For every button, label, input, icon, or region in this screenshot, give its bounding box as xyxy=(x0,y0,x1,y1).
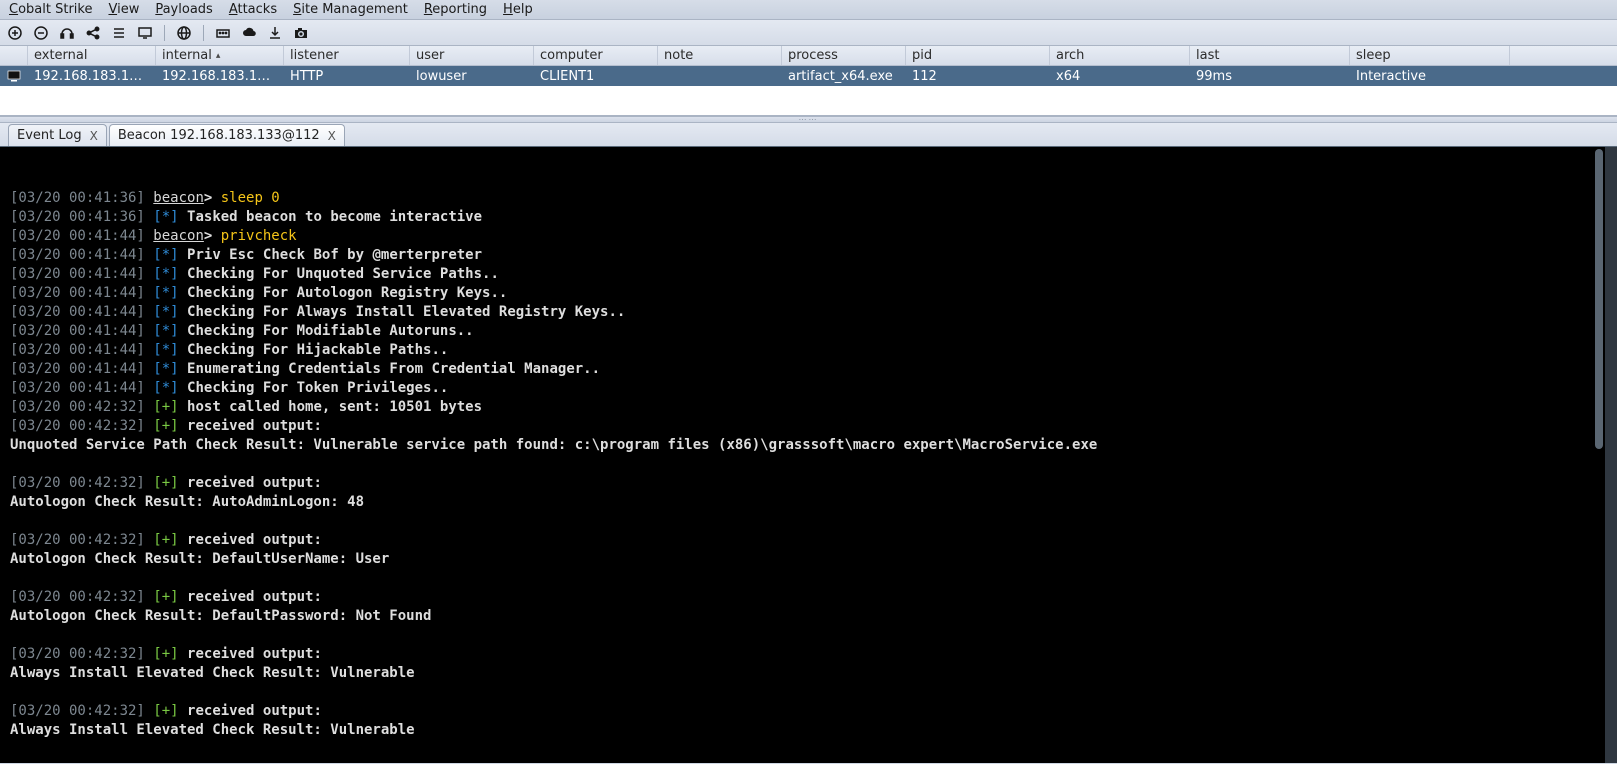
console-line: [03/20 00:41:44] [*] Checking For Token … xyxy=(10,379,1599,398)
column-header-internal[interactable]: internal xyxy=(156,46,284,65)
column-header-sleep[interactable]: sleep xyxy=(1350,46,1510,65)
console-line: [03/20 00:42:32] [+] received output: xyxy=(10,417,1599,436)
column-header-process[interactable]: process xyxy=(782,46,906,65)
console-line: [03/20 00:42:32] [+] received output: xyxy=(10,645,1599,664)
toolbar xyxy=(0,20,1617,46)
console-line: [03/20 00:41:44] beacon> privcheck xyxy=(10,227,1599,246)
headphones-icon[interactable] xyxy=(58,24,76,42)
console-line: Unquoted Service Path Check Result: Vuln… xyxy=(10,436,1599,455)
camera-icon[interactable] xyxy=(292,24,310,42)
menu-view[interactable]: View xyxy=(103,1,144,18)
console-line: [03/20 00:42:32] [+] received output: xyxy=(10,702,1599,721)
console-line: [03/20 00:42:32] [+] received output: xyxy=(10,588,1599,607)
tab-label: Beacon 192.168.183.133@112 xyxy=(118,128,320,143)
monitor-icon[interactable] xyxy=(136,24,154,42)
column-header-user[interactable]: user xyxy=(410,46,534,65)
beacon-console[interactable]: [03/20 00:41:36] beacon> sleep 0[03/20 0… xyxy=(0,147,1617,763)
close-icon[interactable]: X xyxy=(328,129,336,143)
console-line: [03/20 00:41:44] [*] Checking For Autolo… xyxy=(10,284,1599,303)
console-line: Always Install Elevated Check Result: Vu… xyxy=(10,721,1599,740)
console-line xyxy=(10,455,1599,474)
console-line: Always Install Elevated Check Result: Vu… xyxy=(10,664,1599,683)
menu-help[interactable]: Help xyxy=(498,1,538,18)
menu-reporting[interactable]: Reporting xyxy=(419,1,492,18)
column-header-note[interactable]: note xyxy=(658,46,782,65)
table-empty-area xyxy=(0,86,1617,116)
toolbar-separator xyxy=(203,25,204,41)
cell-arch: x64 xyxy=(1050,69,1190,84)
cell-last: 99ms xyxy=(1190,69,1350,84)
console-line: [03/20 00:41:44] [*] Checking For Unquot… xyxy=(10,265,1599,284)
menu-payloads[interactable]: Payloads xyxy=(150,1,217,18)
cell-external: 192.168.183.1… xyxy=(28,69,156,84)
console-line xyxy=(10,626,1599,645)
column-header-pid[interactable]: pid xyxy=(906,46,1050,65)
table-header-row: externalinternallistenerusercomputernote… xyxy=(0,46,1617,66)
toolbar-separator xyxy=(164,25,165,41)
console-line xyxy=(10,569,1599,588)
console-line: [03/20 00:41:36] [*] Tasked beacon to be… xyxy=(10,208,1599,227)
console-line: Autologon Check Result: DefaultUserName:… xyxy=(10,550,1599,569)
menu-attacks[interactable]: Attacks xyxy=(224,1,282,18)
console-line: [03/20 00:42:32] [+] received output: xyxy=(10,474,1599,493)
console-line xyxy=(10,512,1599,531)
column-header-listener[interactable]: listener xyxy=(284,46,410,65)
plus-circle-icon[interactable] xyxy=(6,24,24,42)
share-icon[interactable] xyxy=(84,24,102,42)
cell-user: lowuser xyxy=(410,69,534,84)
column-header-last[interactable]: last xyxy=(1190,46,1350,65)
tab-event-log[interactable]: Event Log X xyxy=(8,124,107,146)
column-header-arch[interactable]: arch xyxy=(1050,46,1190,65)
console-line: [03/20 00:42:32] [+] received output: xyxy=(10,531,1599,550)
menubar: Cobalt Strike View Payloads Attacks Site Man… xyxy=(0,0,1617,20)
keyboard-icon[interactable] xyxy=(214,24,232,42)
session-table: externalinternallistenerusercomputernote… xyxy=(0,46,1617,117)
console-line: Autologon Check Result: AutoAdminLogon: … xyxy=(10,493,1599,512)
menu-site-management[interactable]: Site Management xyxy=(288,1,413,18)
console-line: [03/20 00:41:44] [*] Checking For Modifi… xyxy=(10,322,1599,341)
column-header-icon[interactable] xyxy=(0,46,28,65)
column-header-computer[interactable]: computer xyxy=(534,46,658,65)
console-line: [03/20 00:41:44] [*] Checking For Always… xyxy=(10,303,1599,322)
console-line xyxy=(10,740,1599,759)
tab-bar: Event Log X Beacon 192.168.183.133@112 X xyxy=(0,123,1617,147)
column-header-external[interactable]: external xyxy=(28,46,156,65)
cell-sleep: Interactive xyxy=(1350,69,1510,84)
console-line: [03/20 00:41:36] beacon> sleep 0 xyxy=(10,189,1599,208)
console-line: [03/20 00:41:44] [*] Priv Esc Check Bof … xyxy=(10,246,1599,265)
tab-label: Event Log xyxy=(17,128,82,143)
cell-pid: 112 xyxy=(906,69,1050,84)
beacon-icon xyxy=(0,70,28,82)
minus-circle-icon[interactable] xyxy=(32,24,50,42)
scrollbar-thumb[interactable] xyxy=(1595,149,1603,449)
console-line: [03/20 00:41:44] [*] Enumerating Credent… xyxy=(10,360,1599,379)
cloud-icon[interactable] xyxy=(240,24,258,42)
globe-icon[interactable] xyxy=(175,24,193,42)
menu-cobalt-strike[interactable]: Cobalt Strike xyxy=(4,1,97,18)
close-icon[interactable]: X xyxy=(90,129,98,143)
console-line xyxy=(10,683,1599,702)
console-line: Autologon Check Result: DefaultPassword:… xyxy=(10,607,1599,626)
cell-internal: 192.168.183.1… xyxy=(156,69,284,84)
session-row[interactable]: 192.168.183.1…192.168.183.1…HTTPlowuserC… xyxy=(0,66,1617,86)
tab-beacon-192-168-183-133-112[interactable]: Beacon 192.168.183.133@112 X xyxy=(109,124,345,146)
cell-computer: CLIENT1 xyxy=(534,69,658,84)
console-line: [03/20 00:42:32] [+] host called home, s… xyxy=(10,398,1599,417)
cell-listener: HTTP xyxy=(284,69,410,84)
console-line: [03/20 00:41:44] [*] Checking For Hijack… xyxy=(10,341,1599,360)
download-icon[interactable] xyxy=(266,24,284,42)
cell-process: artifact_x64.exe xyxy=(782,69,906,84)
list-icon[interactable] xyxy=(110,24,128,42)
